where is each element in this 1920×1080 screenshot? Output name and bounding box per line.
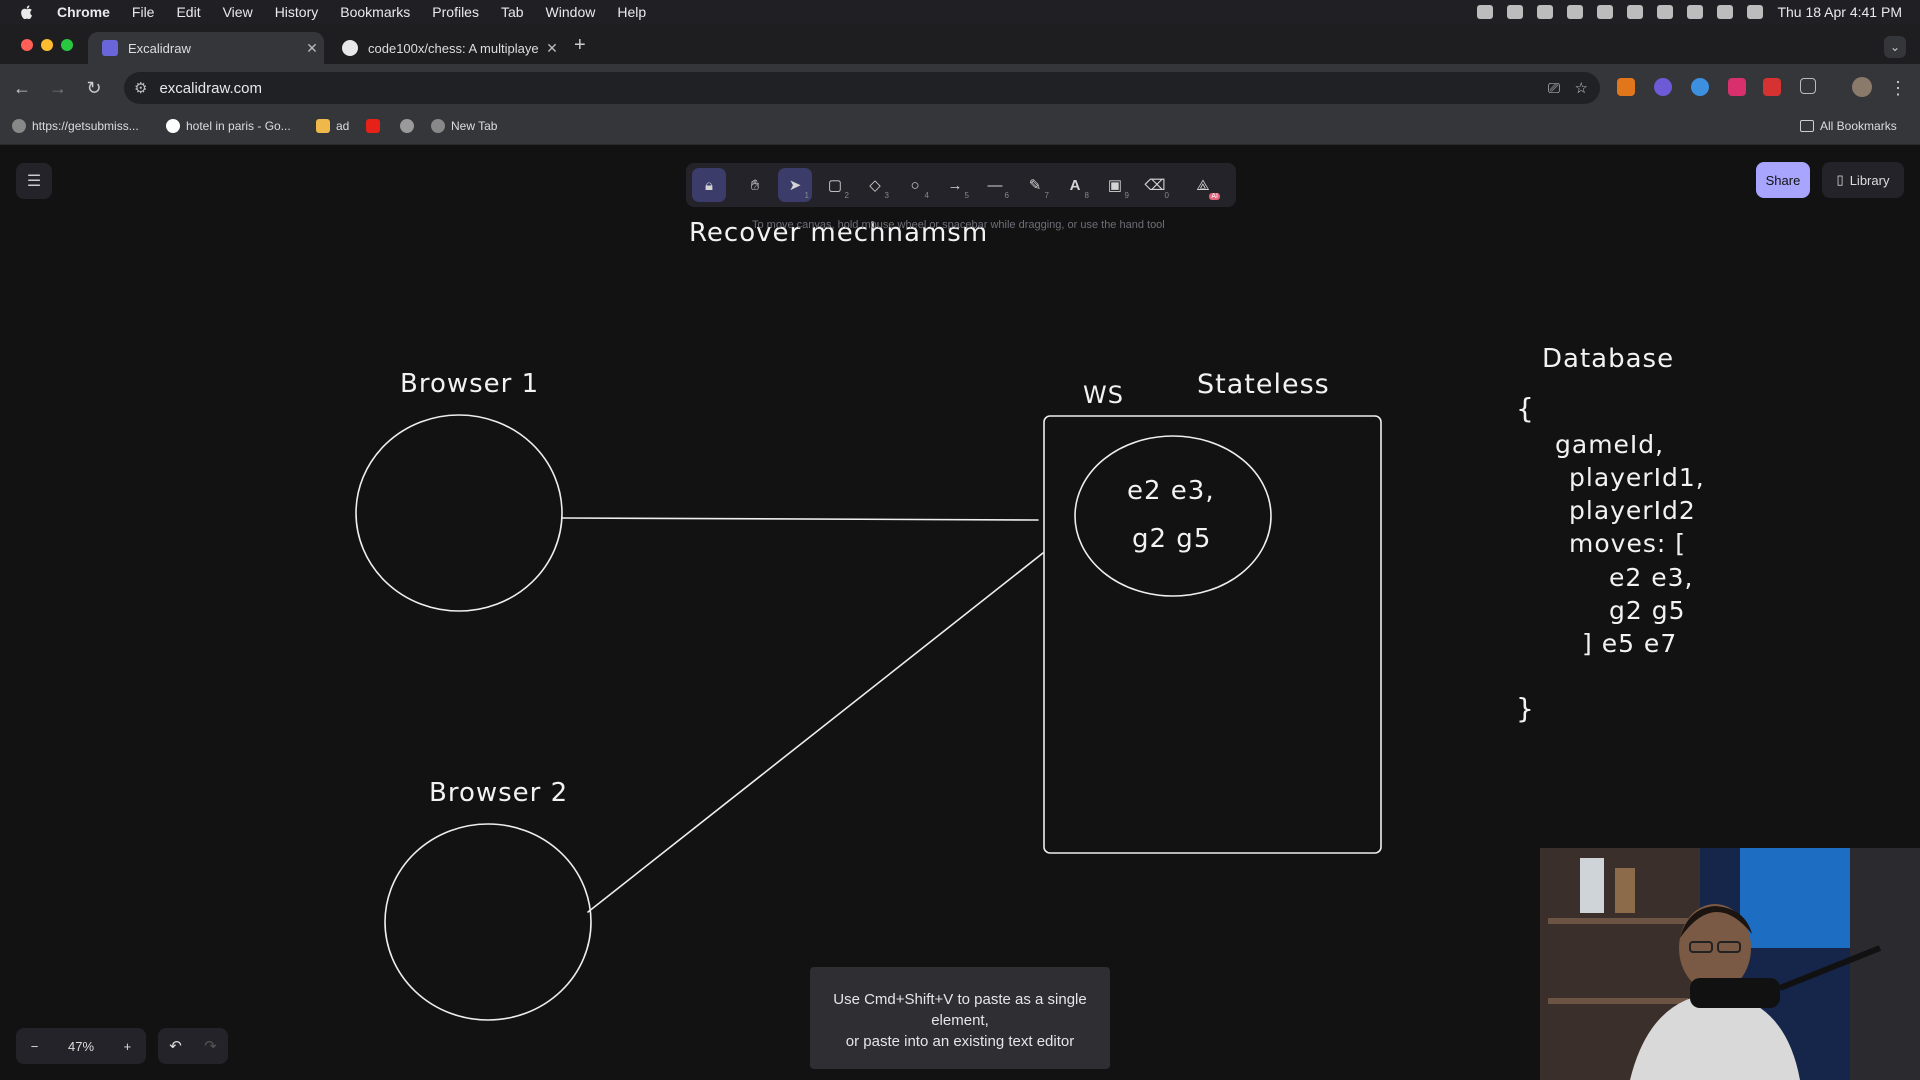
inner-moves-line-1[interactable]: e2 e3, [1127, 476, 1215, 506]
tool-shortcut: 2 [844, 191, 849, 200]
connection-line[interactable] [561, 517, 1039, 521]
zoom-controls: − 47% + [16, 1028, 146, 1064]
ellipse-tool[interactable]: ○ 4 [898, 168, 932, 202]
hand-tool[interactable]: ✋︎ [738, 168, 772, 202]
text-icon: A [1069, 176, 1081, 194]
db-line[interactable]: ] e5 e7 [1582, 629, 1677, 658]
ws-label[interactable]: WS [1083, 381, 1124, 409]
tool-shortcut: 5 [964, 191, 969, 200]
toast-line: or paste into an existing text editor [845, 1033, 1075, 1050]
db-open-brace[interactable]: { [1516, 392, 1535, 425]
browser2-circle[interactable] [384, 823, 592, 1021]
eraser-tool[interactable]: ⌫ 0 [1138, 168, 1172, 202]
lock-tool[interactable]: 🔒︎ [692, 168, 726, 202]
shapes-icon: ⟁ [1196, 176, 1210, 194]
undo-icon[interactable]: ↶ [169, 1037, 182, 1055]
inner-moves-line-2[interactable]: g2 g5 [1132, 524, 1211, 554]
main-menu-button[interactable]: ☰ [16, 163, 52, 199]
excalidraw-toolbar: 🔒︎ ✋︎ ➤ 1 ▢ 2 ◇ 3 ○ 4 → 5 —6 ✎ 7 A8 ▣ 9 ⌫ 0 ⟁ AI [686, 163, 1236, 207]
book-icon: ▯ [1836, 172, 1844, 187]
tool-shortcut: 3 [884, 191, 889, 200]
diamond-tool[interactable]: ◇ 3 [858, 168, 892, 202]
text-tool[interactable]: A8 [1058, 168, 1092, 202]
ellipse-icon: ○ [910, 176, 920, 194]
library-label: Library [1849, 172, 1890, 188]
game-state-ellipse[interactable] [1074, 435, 1272, 597]
image-tool[interactable]: ▣ 9 [1098, 168, 1132, 202]
db-line[interactable]: gameId, [1555, 430, 1664, 459]
eraser-icon: ⌫ [1144, 177, 1166, 194]
browser2-label[interactable]: Browser 2 [429, 778, 568, 808]
selection-tool[interactable]: ➤ 1 [778, 168, 812, 202]
db-line[interactable]: playerId2 [1569, 496, 1696, 525]
tool-shortcut: 7 [1044, 191, 1049, 200]
tool-shortcut: 1 [804, 191, 809, 200]
db-close-brace[interactable]: } [1516, 692, 1535, 725]
browser1-circle[interactable] [355, 414, 563, 612]
db-line[interactable]: e2 e3, [1609, 563, 1693, 592]
redo-icon[interactable]: ↷ [204, 1037, 217, 1055]
rectangle-icon: ▢ [827, 177, 843, 194]
ai-badge: AI [1209, 193, 1220, 200]
tool-shortcut: 9 [1124, 191, 1129, 200]
line-icon: — [987, 176, 1003, 194]
webcam-overlay [1540, 848, 1920, 1080]
lock-icon: 🔒︎ [705, 176, 713, 194]
hamburger-icon: ☰ [26, 173, 42, 190]
zoom-in-button[interactable]: + [124, 1039, 132, 1054]
database-label[interactable]: Database [1542, 344, 1674, 374]
pencil-icon: ✎ [1028, 177, 1042, 194]
arrow-tool[interactable]: → 5 [938, 168, 972, 202]
db-line[interactable]: moves: [ [1569, 529, 1686, 558]
paste-hint-toast: Use Cmd+Shift+V to paste as a single ele… [810, 967, 1110, 1069]
connection-line[interactable] [587, 552, 1044, 913]
rectangle-tool[interactable]: ▢ 2 [818, 168, 852, 202]
db-line[interactable]: g2 g5 [1609, 596, 1686, 625]
undo-redo-controls: ↶ ↷ [158, 1028, 228, 1064]
zoom-out-button[interactable]: − [31, 1039, 39, 1054]
hand-icon: ✋︎ [750, 176, 760, 194]
line-tool[interactable]: —6 [978, 168, 1012, 202]
ai-tools-button[interactable]: ⟁ AI [1186, 168, 1220, 202]
tool-shortcut: 6 [1004, 191, 1009, 200]
toast-line: Use Cmd+Shift+V to paste as a single ele… [833, 991, 1087, 1029]
diamond-icon: ◇ [869, 177, 881, 194]
tool-shortcut: 8 [1084, 191, 1089, 200]
library-button[interactable]: ▯ Library [1822, 162, 1904, 198]
tool-shortcut: 4 [924, 191, 929, 200]
image-icon: ▣ [1107, 177, 1123, 194]
stateless-label[interactable]: Stateless [1197, 369, 1330, 400]
arrow-icon: → [947, 176, 963, 194]
pointer-icon: ➤ [788, 177, 802, 194]
zoom-level[interactable]: 47% [68, 1039, 94, 1054]
browser1-label[interactable]: Browser 1 [400, 369, 539, 399]
canvas-hint: To move canvas, hold mouse wheel or spac… [752, 219, 1165, 231]
db-line[interactable]: playerId1, [1569, 463, 1705, 492]
share-button[interactable]: Share [1756, 162, 1810, 198]
webcam-image [1540, 848, 1920, 1080]
tool-shortcut: 0 [1164, 191, 1169, 200]
draw-tool[interactable]: ✎ 7 [1018, 168, 1052, 202]
